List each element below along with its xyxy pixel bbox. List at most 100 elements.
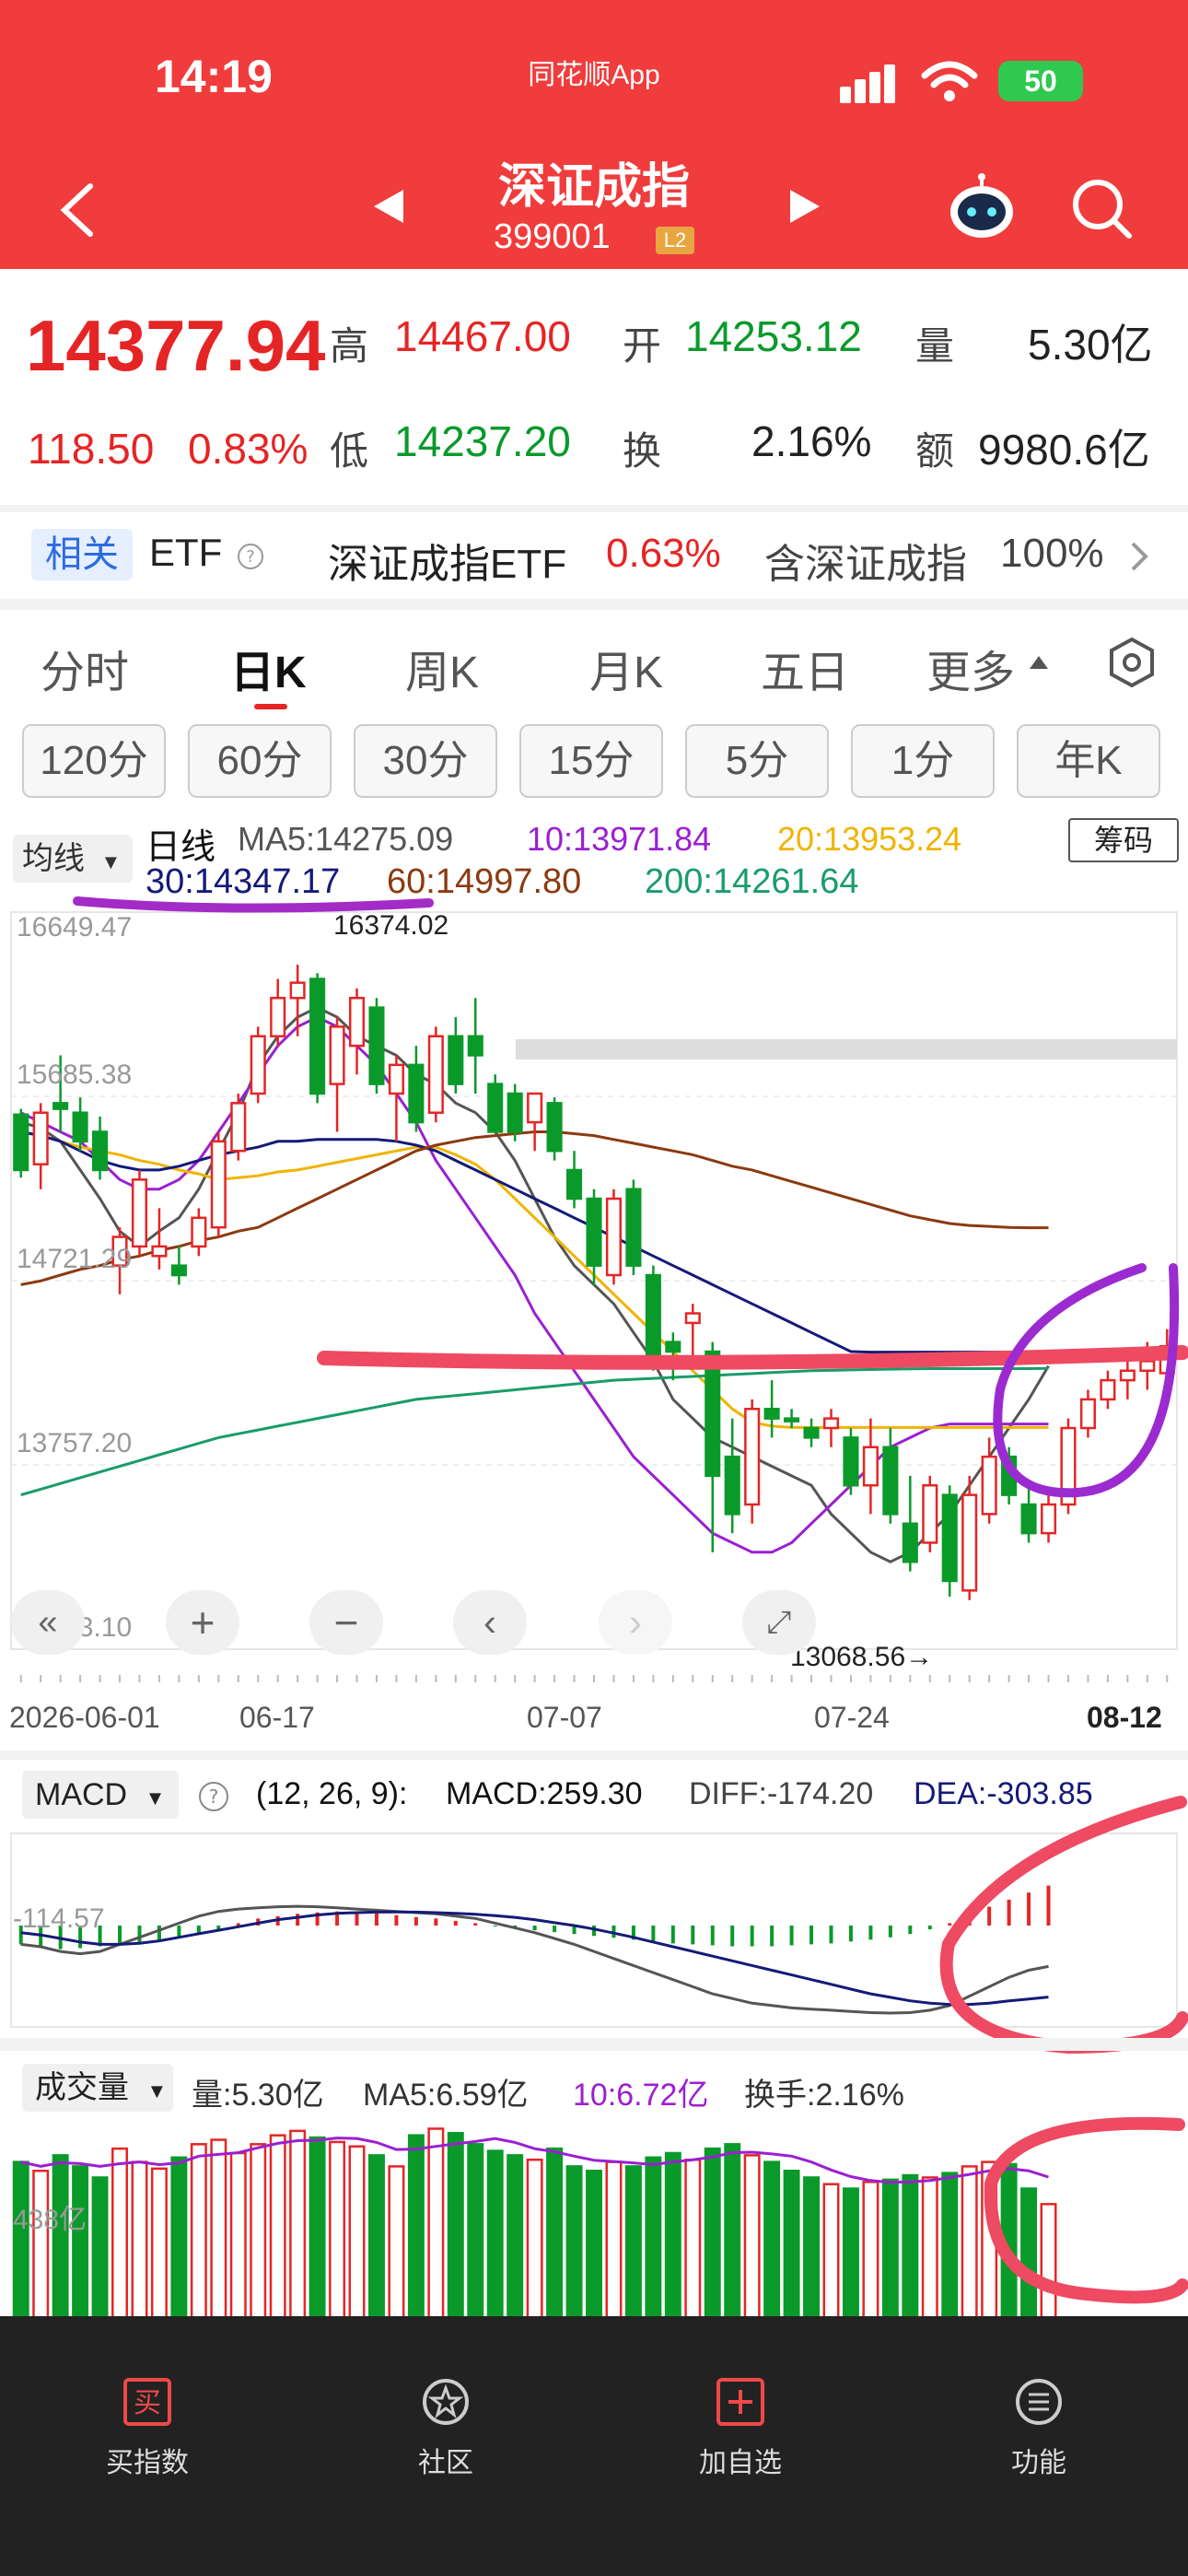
- macd-dea-value: DEA:-303.85: [914, 1776, 1093, 1811]
- candle-body: [388, 1063, 404, 1095]
- pan-left-button[interactable]: ‹: [453, 1590, 527, 1655]
- ma20-line: [20, 1130, 1049, 1429]
- candle: [625, 1179, 642, 1276]
- candle-body: [151, 1245, 168, 1258]
- add-watchlist-button[interactable]: 加自选: [648, 2377, 833, 2480]
- volume-bar: [961, 2165, 978, 2316]
- pan-right-button[interactable]: ›: [599, 1590, 672, 1655]
- macd-value: MACD:259.30: [446, 1776, 643, 1811]
- zoom-in-button[interactable]: +: [166, 1590, 239, 1655]
- divider: [0, 2038, 1188, 2051]
- volume-bar: [250, 2143, 267, 2316]
- volume-ma5-value: MA5:6.59亿: [363, 2078, 529, 2113]
- functions-button[interactable]: 功能: [947, 2377, 1131, 2480]
- candle: [645, 1265, 661, 1371]
- candle-body: [1020, 1503, 1037, 1535]
- kline-chart-area[interactable]: [0, 0, 1188, 2316]
- candle: [744, 1399, 761, 1524]
- candle: [941, 1485, 958, 1597]
- volume-bar: [862, 2181, 879, 2316]
- candle: [191, 1208, 207, 1257]
- candle-body: [348, 996, 366, 1048]
- candle-body: [92, 1130, 109, 1172]
- volume-bar: [645, 2156, 662, 2316]
- volume-bar: [72, 2165, 89, 2316]
- price-band: [516, 1039, 1177, 1060]
- help-icon[interactable]: ?: [197, 1780, 230, 1813]
- volume-bar: [289, 2129, 307, 2316]
- candle-body: [52, 1102, 69, 1110]
- y-tick: 15685.38: [17, 1060, 133, 1090]
- candle-body: [270, 996, 286, 1037]
- ma60-line: [20, 1130, 1049, 1286]
- candle: [32, 1103, 49, 1189]
- zoom-out-all-button[interactable]: «: [11, 1590, 85, 1655]
- candle-body: [507, 1092, 523, 1133]
- candle-body: [684, 1312, 701, 1325]
- volume-bar: [12, 2160, 29, 2316]
- candle-body: [705, 1350, 721, 1478]
- volume-bar: [763, 2160, 781, 2316]
- candle-body: [13, 1113, 29, 1172]
- macd-selector-label: MACD: [35, 1777, 128, 1812]
- macd-diff-value: DIFF:-174.20: [689, 1776, 874, 1811]
- high-price-note: 16374.02: [333, 910, 449, 941]
- community-button[interactable]: 社区: [354, 2377, 538, 2480]
- red-horizontal-mark: [317, 1345, 1188, 1370]
- candle: [131, 1169, 148, 1257]
- volume-value: 量:5.30亿: [192, 2078, 324, 2113]
- svg-text:?: ?: [209, 1786, 219, 1808]
- volume-bar: [842, 2187, 859, 2316]
- macd-ytick: -114.57: [13, 1903, 105, 1934]
- volume-bar: [565, 2165, 583, 2316]
- plus-icon: +: [190, 1598, 215, 1646]
- candle-body: [586, 1197, 602, 1267]
- red-circle-mark: [939, 1796, 1188, 2055]
- candle-body: [922, 1483, 938, 1544]
- candle: [902, 1475, 918, 1572]
- volume-bar: [881, 2178, 899, 2316]
- x-tick: 06-17: [239, 1701, 315, 1734]
- candle: [507, 1083, 523, 1142]
- purple-underline-mark: [73, 896, 434, 913]
- candle: [448, 1016, 464, 1094]
- minus-icon: −: [333, 1598, 359, 1646]
- candle: [92, 1116, 109, 1180]
- buy-icon: 买: [123, 2378, 171, 2426]
- candle-body: [961, 1493, 978, 1592]
- candle: [605, 1188, 623, 1285]
- candle: [1100, 1370, 1116, 1410]
- y-tick: 16649.47: [17, 912, 133, 943]
- community-star-icon: [423, 2379, 469, 2425]
- candle-body: [784, 1417, 800, 1423]
- candle-body: [763, 1408, 780, 1420]
- y-tick: 13757.20: [17, 1428, 133, 1458]
- candle: [803, 1418, 820, 1447]
- zoom-out-button[interactable]: −: [309, 1590, 383, 1655]
- candle: [368, 998, 385, 1094]
- candle-body: [1100, 1378, 1116, 1401]
- macd-selector[interactable]: MACD ▼: [22, 1771, 179, 1819]
- candle: [230, 1093, 247, 1161]
- candle-body: [289, 981, 306, 1000]
- chevron-left-icon: ‹: [483, 1600, 496, 1644]
- candle-body: [408, 1063, 425, 1124]
- candle-body: [368, 1006, 385, 1085]
- volume-selector[interactable]: 成交量 ▼: [22, 2064, 173, 2112]
- candle-body: [902, 1522, 918, 1563]
- volume-bar: [743, 2154, 761, 2316]
- add-icon: [716, 2378, 764, 2426]
- volume-bar: [170, 2156, 188, 2316]
- fullscreen-button[interactable]: ⤢: [742, 1590, 816, 1655]
- candle-body: [862, 1446, 879, 1487]
- volume-bar: [507, 2154, 524, 2316]
- candle-body: [448, 1035, 464, 1085]
- candle: [1060, 1418, 1077, 1515]
- buy-index-button[interactable]: 买 买指数: [55, 2377, 239, 2480]
- candle: [72, 1097, 88, 1152]
- chevron-down-icon: ▼: [145, 1786, 166, 1809]
- candle-body: [565, 1168, 583, 1200]
- candle-body: [1079, 1398, 1096, 1430]
- candle-body: [309, 978, 326, 1095]
- volume-ma10-value: 10:6.72亿: [573, 2078, 709, 2113]
